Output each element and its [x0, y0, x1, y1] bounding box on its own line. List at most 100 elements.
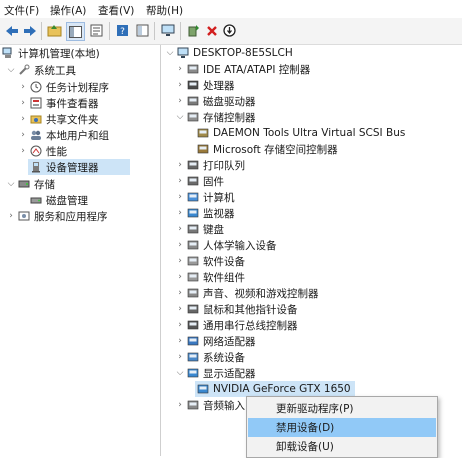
tree-item-computer-management[interactable]: 计算机管理(本地)	[0, 45, 100, 61]
device-tree-item[interactable]: › 网络适配器	[175, 333, 255, 349]
expand-chevron-icon[interactable]: ›	[175, 352, 185, 362]
expand-chevron-icon[interactable]: ›	[18, 114, 28, 124]
expand-chevron-icon[interactable]: ›	[18, 130, 28, 140]
device-tree-item[interactable]: › 通用串行总线控制器	[175, 317, 297, 333]
keyboard-icon	[187, 223, 199, 235]
context-menu-label: 卸载设备(U)	[276, 441, 334, 453]
printer-icon	[187, 159, 199, 171]
device-tree-item[interactable]: › 人体学输入设备	[175, 237, 276, 253]
expand-chevron-icon[interactable]: ›	[175, 80, 185, 90]
tree-item-system-tools[interactable]: ⌵ 系统工具	[6, 62, 76, 78]
expand-chevron-icon[interactable]: ›	[175, 400, 185, 410]
collapse-chevron-icon[interactable]: ⌵	[175, 112, 185, 122]
device-tree-item[interactable]: › 磁盘驱动器	[175, 93, 256, 109]
device-tree-item[interactable]: › 键盘	[175, 221, 224, 237]
device-tree-item[interactable]: › 计算机	[175, 189, 234, 205]
tree-label: 存储	[34, 178, 55, 191]
expand-chevron-icon[interactable]: ›	[175, 304, 185, 314]
forward-arrow-icon[interactable]	[21, 22, 38, 39]
device-tree-item[interactable]: › 系统设备	[175, 349, 245, 365]
menu-action[interactable]: 操作(A)	[50, 3, 86, 18]
expand-chevron-icon[interactable]: ›	[6, 211, 16, 221]
device-tree-item[interactable]: DAEMON Tools Ultra Virtual SCSI Bus	[195, 125, 405, 141]
shared-folder-icon	[30, 113, 42, 125]
network-adapter-icon	[187, 335, 199, 347]
expand-chevron-icon[interactable]: ›	[175, 336, 185, 346]
tree-item-task-scheduler[interactable]: › 任务计划程序	[18, 79, 109, 95]
tree-label: 任务计划程序	[46, 81, 109, 94]
tree-item-disk-management[interactable]: 磁盘管理	[28, 192, 88, 208]
expand-chevron-icon[interactable]: ›	[18, 146, 28, 156]
device-tree-item[interactable]: › 打印队列	[175, 157, 245, 173]
device-tree-item[interactable]: Microsoft 存储空间控制器	[195, 141, 338, 157]
ide-controller-icon	[187, 63, 199, 75]
expand-chevron-icon[interactable]: ›	[175, 64, 185, 74]
device-tree-item[interactable]: ⌵ 显示适配器	[175, 365, 256, 381]
computer-management-icon	[2, 47, 14, 59]
expand-chevron-icon[interactable]: ›	[18, 82, 28, 92]
tree-label: 磁盘驱动器	[203, 95, 256, 108]
tree-item-services[interactable]: › 服务和应用程序	[6, 208, 108, 224]
up-folder-icon[interactable]	[46, 22, 63, 39]
collapse-chevron-icon[interactable]: ⌵	[175, 368, 185, 378]
tree-label: DAEMON Tools Ultra Virtual SCSI Bus	[213, 127, 406, 139]
tree-item-shared-folders[interactable]: › 共享文件夹	[18, 111, 98, 127]
tree-item-event-viewer[interactable]: › 事件查看器	[18, 95, 99, 111]
panel-icon[interactable]	[134, 22, 151, 39]
tree-item-performance[interactable]: › 性能	[18, 143, 67, 159]
tree-item-device-manager[interactable]: 设备管理器	[28, 159, 130, 175]
expand-chevron-icon[interactable]: ›	[175, 320, 185, 330]
expand-chevron-icon[interactable]: ›	[18, 98, 28, 108]
expand-chevron-icon[interactable]: ›	[175, 96, 185, 106]
tree-label: 服务和应用程序	[34, 210, 108, 223]
collapse-chevron-icon[interactable]: ⌵	[165, 48, 175, 58]
expand-chevron-icon[interactable]: ›	[175, 256, 185, 266]
menu-help[interactable]: 帮助(H)	[146, 3, 183, 18]
navigation-tree: 计算机管理(本地) ⌵ 系统工具 › 任务计划程序 › 事件查看器 › 共享文件…	[0, 45, 161, 456]
show-hide-tree-icon[interactable]	[66, 22, 85, 41]
context-menu-disable-device[interactable]: 禁用设备(D)	[248, 418, 436, 437]
device-tree-item[interactable]: › 固件	[175, 173, 224, 189]
mouse-icon	[187, 303, 199, 315]
tree-label: 显示适配器	[203, 367, 256, 380]
menu-file[interactable]: 文件(F)	[4, 3, 39, 18]
context-menu-update-driver[interactable]: 更新驱动程序(P)	[248, 399, 436, 418]
disable-icon[interactable]	[221, 22, 238, 39]
device-tree-item[interactable]: › IDE ATA/ATAPI 控制器	[175, 61, 310, 77]
hid-icon	[187, 239, 199, 251]
tree-label: 设备管理器	[46, 161, 99, 174]
expand-chevron-icon[interactable]: ›	[175, 288, 185, 298]
uninstall-icon[interactable]	[203, 22, 220, 39]
device-tree-item[interactable]: › 音频输入	[175, 397, 245, 413]
properties-icon[interactable]	[88, 22, 105, 39]
tree-item-storage[interactable]: ⌵ 存储	[6, 176, 55, 192]
device-tree-root[interactable]: ⌵ DESKTOP-8E5SLCH	[165, 45, 293, 61]
expand-chevron-icon[interactable]: ›	[175, 208, 185, 218]
device-tree-item[interactable]: › 鼠标和其他指针设备	[175, 301, 297, 317]
monitor-icon	[187, 207, 199, 219]
back-arrow-icon[interactable]	[3, 22, 20, 39]
device-tree-item[interactable]: NVIDIA GeForce GTX 1650	[195, 381, 355, 397]
context-menu-uninstall-device[interactable]: 卸载设备(U)	[248, 437, 436, 456]
expand-chevron-icon[interactable]: ›	[175, 160, 185, 170]
device-tree-item[interactable]: › 声音、视频和游戏控制器	[175, 285, 318, 301]
expand-chevron-icon[interactable]: ›	[175, 240, 185, 250]
menu-view[interactable]: 查看(V)	[98, 3, 134, 18]
expand-chevron-icon[interactable]: ›	[175, 176, 185, 186]
device-tree-item[interactable]: › 监视器	[175, 205, 234, 221]
collapse-chevron-icon[interactable]: ⌵	[6, 65, 16, 75]
sound-icon	[187, 287, 199, 299]
device-tree-item[interactable]: ⌵ 存储控制器	[175, 109, 256, 125]
monitor-icon[interactable]	[159, 22, 176, 39]
expand-chevron-icon[interactable]: ›	[175, 224, 185, 234]
device-tree-item[interactable]: › 处理器	[175, 77, 234, 93]
device-tree-item[interactable]: › 软件设备	[175, 253, 245, 269]
device-tree-item[interactable]: › 软件组件	[175, 269, 245, 285]
tree-item-local-users[interactable]: › 本地用户和组	[18, 127, 109, 143]
collapse-chevron-icon[interactable]: ⌵	[6, 179, 16, 189]
tree-label: IDE ATA/ATAPI 控制器	[203, 63, 311, 76]
expand-chevron-icon[interactable]: ›	[175, 272, 185, 282]
update-driver-icon[interactable]	[185, 22, 202, 39]
expand-chevron-icon[interactable]: ›	[175, 192, 185, 202]
help-icon[interactable]: ?	[114, 22, 131, 39]
